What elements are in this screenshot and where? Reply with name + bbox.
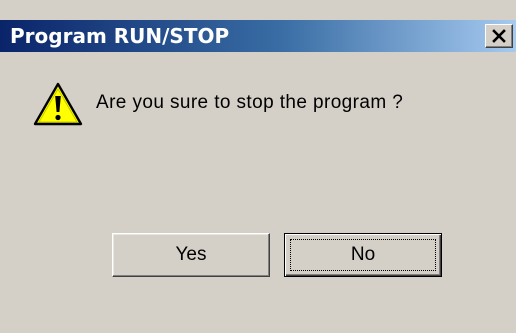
window-title: Program RUN/STOP [10, 24, 230, 48]
close-icon [492, 29, 506, 43]
yes-button-label: Yes [175, 244, 207, 265]
warning-icon [33, 82, 83, 126]
title-bar[interactable]: Program RUN/STOP [0, 20, 516, 52]
yes-button[interactable]: Yes [112, 233, 270, 277]
no-button[interactable]: No [284, 233, 442, 277]
dialog-window: Program RUN/STOP Are you sure to stop th… [0, 0, 516, 333]
confirmation-message: Are you sure to stop the program ? [96, 92, 404, 113]
close-button[interactable] [485, 24, 513, 48]
page: Program RUN/STOP Are you sure to stop th… [0, 0, 516, 333]
no-button-label: No [350, 244, 376, 265]
